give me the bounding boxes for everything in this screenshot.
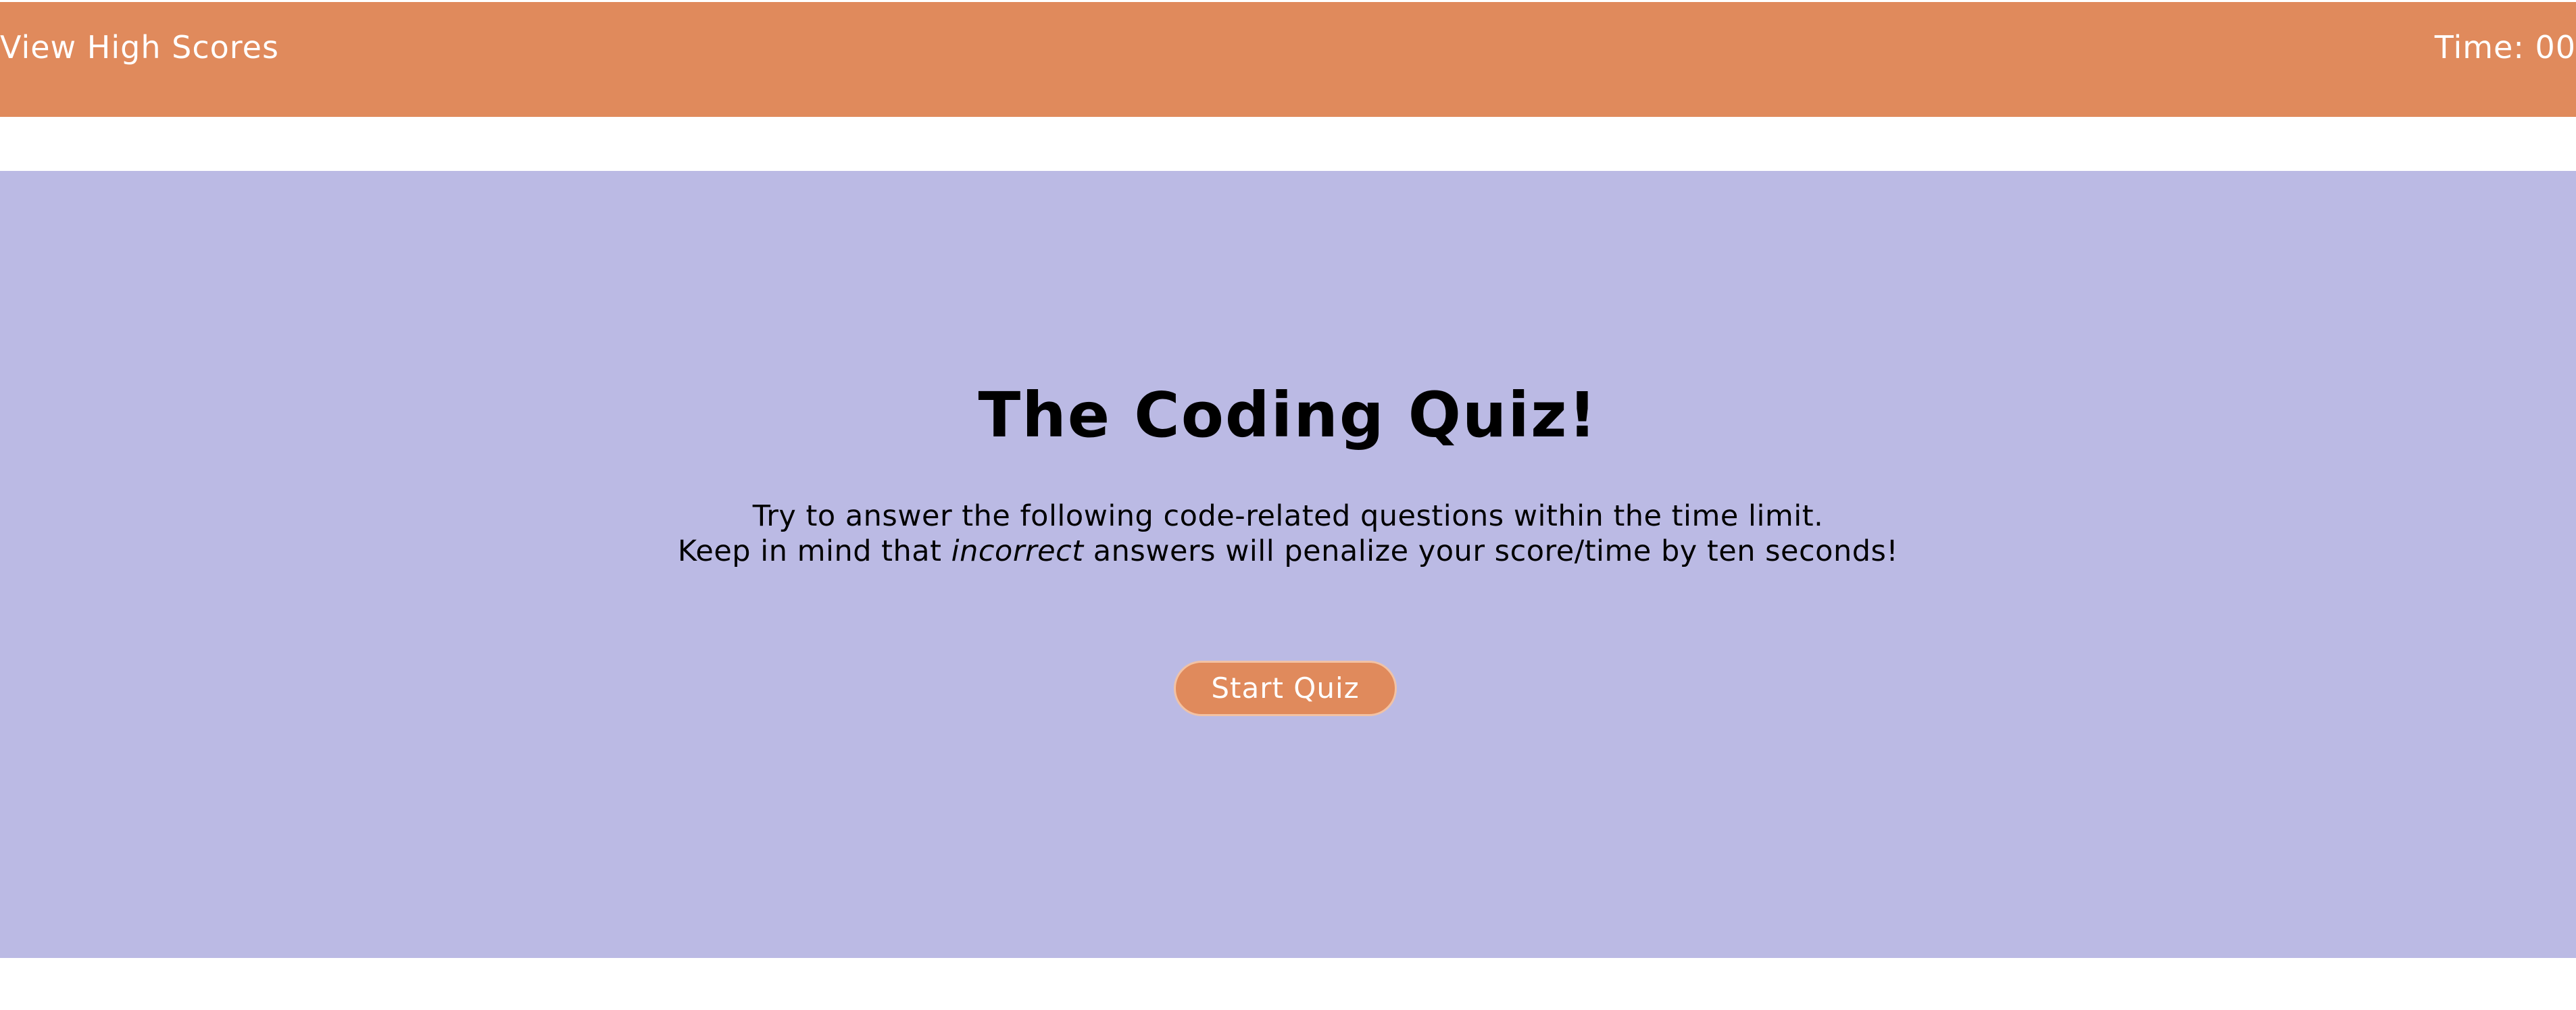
instructions-line-2: Keep in mind that incorrect answers will… [0, 534, 2576, 569]
instructions-line-2-end: answers will penalize your score/time by… [1083, 534, 1899, 568]
quiz-instructions: Try to answer the following code-related… [0, 499, 2576, 569]
instructions-line-2-start: Keep in mind that [677, 534, 951, 568]
incorrect-emphasis: incorrect [951, 534, 1084, 568]
quiz-intro-panel: The Coding Quiz! Try to answer the follo… [0, 171, 2576, 958]
timer-display: Time: 00 [2434, 29, 2576, 66]
instructions-line-1: Try to answer the following code-related… [752, 499, 1824, 533]
page-title: The Coding Quiz! [978, 379, 1598, 451]
start-quiz-button[interactable]: Start Quiz [1174, 661, 1397, 716]
view-high-scores-link[interactable]: View High Scores [0, 24, 279, 71]
top-header: View High Scores Time: 00 [0, 2, 2576, 117]
